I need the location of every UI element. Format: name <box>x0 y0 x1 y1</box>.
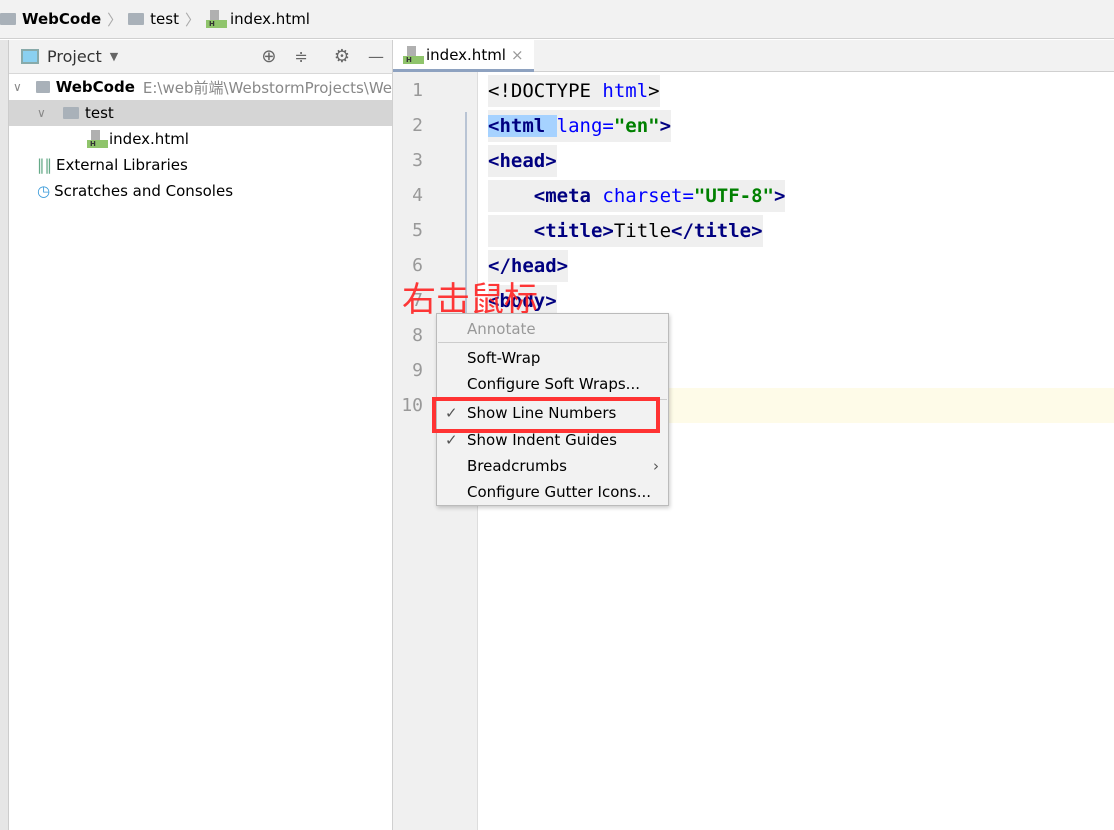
folder-icon <box>128 13 145 25</box>
tree-item-webcode[interactable]: ∨ WebCode E:\web前端\WebstormProjects\We <box>9 74 392 100</box>
line-number: 10 <box>401 395 423 416</box>
code-line: <meta charset="UTF-8"> <box>488 180 786 212</box>
folder-icon <box>63 107 79 119</box>
project-panel: Project ▼ ⊕ ≑ ⚙ — ∨ WebCode E:\web前端\Web… <box>9 40 393 830</box>
tab-index-html[interactable]: index.html × <box>393 40 534 72</box>
check-icon: ✓ <box>445 431 458 449</box>
line-number: 5 <box>412 220 423 241</box>
gear-icon[interactable]: ⚙ <box>334 46 350 67</box>
code-token: "en" <box>613 115 660 137</box>
menu-item-show-indent-guides[interactable]: Show Indent Guides <box>467 431 617 449</box>
code-line: <head> <box>488 145 557 177</box>
tree-item-external-libraries[interactable]: ‖‖ External Libraries <box>9 152 392 178</box>
code-token: > <box>659 115 672 137</box>
tree-item-index-html[interactable]: index.html <box>9 126 392 152</box>
breadcrumb-file[interactable]: index.html <box>230 10 310 28</box>
html-file-icon <box>87 130 108 148</box>
breadcrumb-webcode[interactable]: WebCode <box>22 10 101 28</box>
chevron-right-icon: › <box>653 457 659 475</box>
minimize-icon[interactable]: — <box>368 47 384 66</box>
code-token: <html <box>488 115 557 137</box>
tree-label: External Libraries <box>56 156 188 174</box>
breadcrumb-test[interactable]: test <box>150 10 179 28</box>
tab-label: index.html <box>426 45 506 64</box>
tree-label: Scratches and Consoles <box>54 182 234 200</box>
chevron-down-icon[interactable]: ▼ <box>110 50 118 63</box>
editor-tabs: index.html × <box>393 40 1114 72</box>
menu-item-configure-gutter-icons[interactable]: Configure Gutter Icons... <box>467 483 651 501</box>
chevron-right-icon: 〉 <box>107 10 123 29</box>
menu-item-annotate[interactable]: Annotate <box>467 320 536 338</box>
line-number: 1 <box>412 80 423 101</box>
menu-item-configure-soft-wraps[interactable]: Configure Soft Wraps... <box>467 375 640 393</box>
code-token: lang= <box>556 115 614 137</box>
line-number: 9 <box>412 360 423 381</box>
library-icon: ‖‖ <box>37 156 52 174</box>
chevron-right-icon: 〉 <box>184 10 200 29</box>
highlight-box <box>432 397 660 433</box>
code-line: <html lang="en"> <box>488 110 672 142</box>
code-token: Title <box>613 220 672 242</box>
code-line: <!DOCTYPE html> <box>488 75 660 107</box>
code-token: <meta <box>533 185 603 207</box>
code-token: <title> <box>533 220 614 242</box>
code-token: > <box>648 80 660 102</box>
code-token: <!DOCTYPE <box>488 80 603 102</box>
tree-label: index.html <box>109 130 189 148</box>
scratches-icon: ◷ <box>37 182 51 200</box>
code-token: "UTF-8" <box>693 185 774 207</box>
menu-item-breadcrumbs[interactable]: Breadcrumbs <box>467 457 567 475</box>
chevron-down-icon[interactable]: ∨ <box>37 106 55 120</box>
menu-separator <box>438 342 667 343</box>
line-number: 2 <box>412 115 423 136</box>
line-number: 8 <box>412 325 423 346</box>
tree-path: E:\web前端\WebstormProjects\We <box>142 78 392 97</box>
code-token: > <box>774 185 786 207</box>
close-icon[interactable]: × <box>511 46 524 64</box>
line-number: 4 <box>412 185 423 206</box>
menu-item-soft-wrap[interactable]: Soft-Wrap <box>467 349 540 367</box>
html-file-icon <box>403 45 424 64</box>
code-token: </title> <box>671 220 763 242</box>
project-header: Project ▼ ⊕ ≑ ⚙ — <box>9 40 392 74</box>
locate-icon[interactable]: ⊕ <box>261 46 276 67</box>
code-token: <head> <box>488 150 557 172</box>
tree-item-test[interactable]: ∨ test <box>9 100 392 126</box>
tool-window-strip[interactable] <box>0 40 9 830</box>
code-token: charset= <box>602 185 694 207</box>
tree-label: test <box>85 104 114 122</box>
tree-item-scratches[interactable]: ◷ Scratches and Consoles <box>9 178 392 204</box>
project-title[interactable]: Project <box>47 47 102 66</box>
collapse-icon[interactable]: ≑ <box>294 47 307 66</box>
tree-label: WebCode <box>55 78 135 96</box>
breadcrumb: WebCode 〉 test 〉 index.html <box>0 0 1114 39</box>
html-file-icon <box>206 10 227 28</box>
folder-icon <box>0 13 16 25</box>
folder-icon <box>36 81 50 93</box>
code-line: <title>Title</title> <box>488 215 763 247</box>
chevron-down-icon[interactable]: ∨ <box>13 80 28 94</box>
project-window-icon <box>21 49 39 64</box>
code-token: html <box>602 80 649 102</box>
line-number: 3 <box>412 150 423 171</box>
